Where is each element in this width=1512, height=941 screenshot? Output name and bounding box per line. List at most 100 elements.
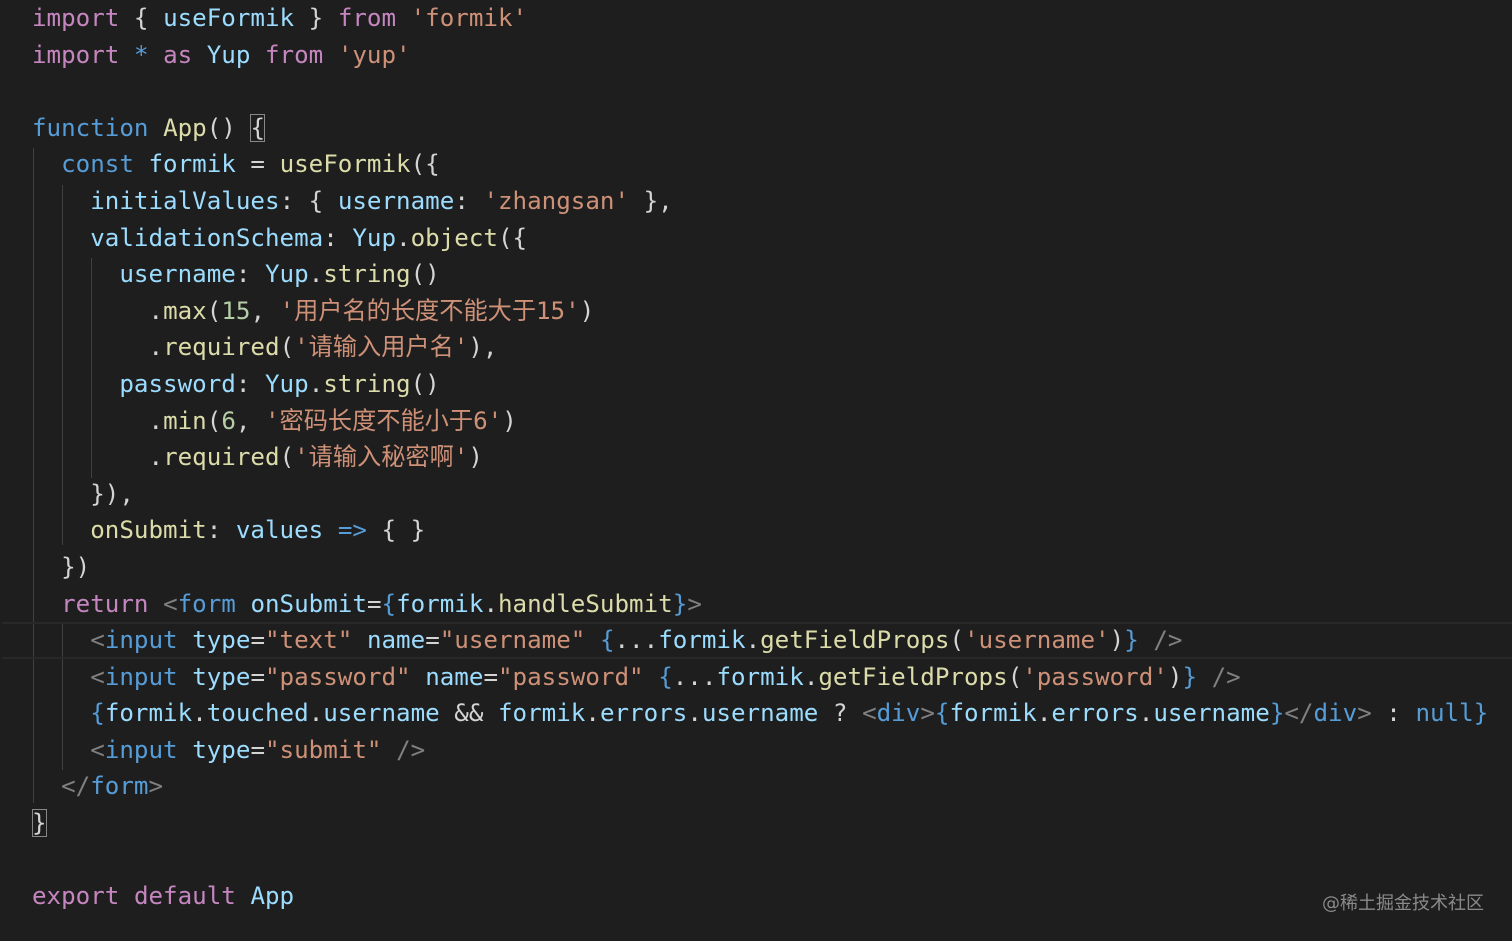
- code-token: default: [133, 882, 236, 911]
- code-token: import: [32, 40, 120, 69]
- code-line-8[interactable]: username: Yup.string(): [32, 256, 1512, 293]
- code-token: initialValues: [90, 186, 280, 215]
- code-token: Yup: [265, 369, 309, 398]
- code-line-18[interactable]: <input type="text" name="username" {...f…: [2, 622, 1512, 659]
- code-line-2[interactable]: import * as Yup from 'yup': [32, 37, 1512, 74]
- code-line-17[interactable]: return <form onSubmit={formik.handleSubm…: [32, 586, 1512, 623]
- code-line-9[interactable]: .max(15, '用户名的长度不能大于15'): [32, 293, 1512, 330]
- code-token: </: [1284, 699, 1314, 728]
- code-token: >: [687, 589, 702, 618]
- code-token: onSubmit: [250, 589, 367, 618]
- code-token: ): [1167, 662, 1183, 691]
- code-token: useFormik: [279, 150, 411, 179]
- code-token: App: [163, 113, 207, 142]
- code-token: <: [862, 699, 877, 728]
- code-token: Yup: [265, 260, 309, 289]
- code-line-3[interactable]: [32, 73, 1512, 110]
- watermark: @稀土掘金技术社区: [1322, 893, 1484, 914]
- code-token: {: [90, 699, 105, 728]
- code-line-4[interactable]: function App() {: [32, 110, 1512, 147]
- code-token: =: [250, 735, 265, 764]
- code-token: formik: [104, 699, 193, 728]
- code-token: { }: [366, 516, 426, 545]
- code-token: .: [1138, 699, 1154, 728]
- code-lines[interactable]: import { useFormik } from 'formik' import…: [2, 0, 1512, 915]
- code-token: input: [104, 626, 178, 655]
- code-token: '密码长度不能小于6': [265, 406, 503, 435]
- code-token: (: [279, 333, 295, 362]
- code-token: >: [148, 772, 164, 801]
- code-token: />: [1153, 626, 1183, 655]
- code-token: type: [192, 662, 251, 691]
- code-token: username: [1153, 699, 1270, 728]
- code-editor[interactable]: import { useFormik } from 'formik' import…: [0, 0, 1512, 941]
- code-token: errors: [1051, 699, 1139, 728]
- code-token: '请输入用户名': [294, 333, 469, 362]
- code-token: '请输入秘密啊': [294, 443, 469, 472]
- code-line-23[interactable]: }: [32, 805, 1512, 842]
- code-token: formik: [148, 150, 236, 179]
- code-token: </: [61, 772, 91, 801]
- code-line-20[interactable]: {formik.touched.username && formik.error…: [32, 695, 1512, 732]
- code-line-7[interactable]: validationSchema: Yup.object({: [32, 220, 1512, 257]
- code-token: username: [337, 186, 455, 215]
- code-line-11[interactable]: password: Yup.string(): [32, 366, 1512, 403]
- code-token: :: [323, 223, 353, 252]
- code-line-16[interactable]: }): [32, 549, 1512, 586]
- code-token: input: [104, 662, 178, 691]
- code-token: form: [90, 772, 149, 801]
- code-token: :: [454, 186, 484, 215]
- matched-bracket: }: [32, 809, 47, 838]
- code-line-14[interactable]: }),: [32, 476, 1512, 513]
- code-token: getFieldProps: [760, 626, 950, 655]
- code-line-21[interactable]: <input type="submit" />: [32, 732, 1512, 769]
- code-token: ...: [672, 662, 717, 691]
- code-token: username: [323, 699, 440, 728]
- code-token: formik: [658, 626, 746, 655]
- code-token: string: [323, 260, 411, 289]
- code-line-5[interactable]: const formik = useFormik({: [32, 146, 1512, 183]
- code-line-6[interactable]: initialValues: { username: 'zhangsan' },: [32, 183, 1512, 220]
- code-line-15[interactable]: onSubmit: values => { }: [32, 512, 1512, 549]
- code-token: max: [163, 296, 207, 325]
- code-token: 'formik': [410, 4, 528, 32]
- code-token: "text": [265, 626, 353, 655]
- code-line-10[interactable]: .required('请输入用户名'),: [32, 329, 1512, 366]
- code-token: form: [177, 589, 236, 618]
- code-token: 'username': [964, 626, 1110, 655]
- code-token: ({: [498, 223, 528, 252]
- code-token: as: [163, 40, 193, 69]
- code-token: "password": [265, 662, 411, 691]
- code-token: App: [250, 882, 295, 911]
- code-token: useFormik: [163, 4, 295, 32]
- code-line-1[interactable]: import { useFormik } from 'formik': [32, 0, 1512, 37]
- code-line-22[interactable]: </form>: [32, 768, 1512, 805]
- code-line-19[interactable]: <input type="password" name="password" {…: [32, 659, 1512, 696]
- code-line-13[interactable]: .required('请输入秘密啊'): [32, 439, 1512, 476]
- code-token: =: [366, 589, 382, 618]
- code-token: &&: [439, 699, 498, 728]
- code-token: (): [410, 369, 440, 398]
- code-token: :: [235, 369, 265, 398]
- code-token: touched: [206, 699, 309, 728]
- code-line-25[interactable]: export default App: [32, 878, 1512, 915]
- code-line-24[interactable]: [32, 842, 1512, 879]
- code-line-12[interactable]: .min(6, '密码长度不能小于6'): [32, 403, 1512, 440]
- code-token: ): [502, 406, 517, 435]
- code-token: required: [163, 333, 280, 362]
